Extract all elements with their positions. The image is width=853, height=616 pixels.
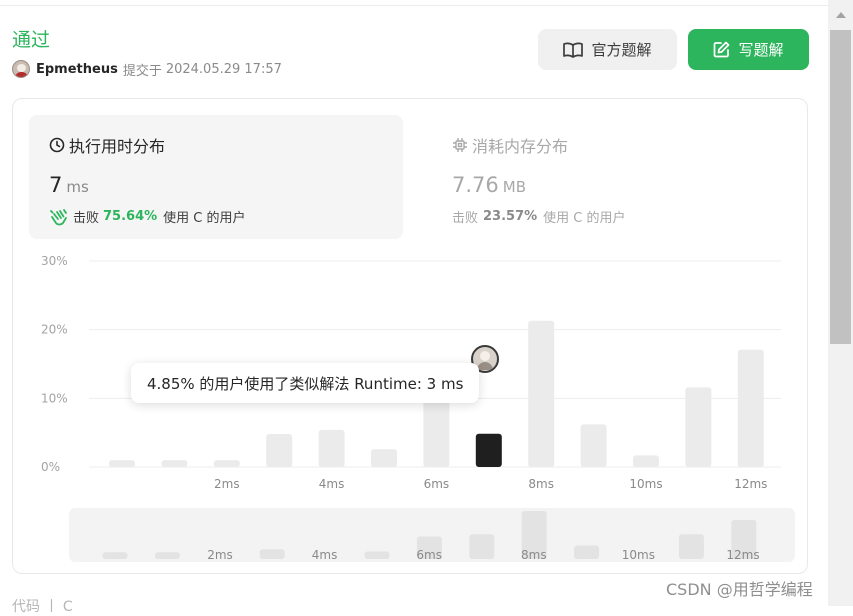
distribution-bar[interactable] <box>737 349 764 467</box>
top-divider <box>0 5 828 6</box>
y-tick-label: 0% <box>41 460 60 474</box>
y-tick-label: 10% <box>41 391 68 405</box>
official-solution-button[interactable]: 官方题解 <box>538 29 677 70</box>
scroll-up-arrow[interactable] <box>828 8 853 22</box>
distribution-bar[interactable] <box>580 424 607 467</box>
x-tick-label: 10ms <box>629 477 662 491</box>
submission-meta: Epmetheus 提交于 2024.05.29 17:57 <box>12 60 282 79</box>
overview-bar <box>364 551 390 559</box>
write-solution-label: 写题解 <box>738 41 784 59</box>
distribution-bar[interactable] <box>109 460 135 467</box>
submitted-label: 提交于 <box>122 63 162 79</box>
user-avatar[interactable] <box>12 60 30 78</box>
distribution-bar[interactable] <box>266 434 293 467</box>
scrollbar[interactable] <box>828 0 853 606</box>
distribution-bar[interactable] <box>213 460 240 467</box>
distribution-bar[interactable] <box>161 460 188 467</box>
username-link[interactable]: Epmetheus <box>36 62 118 77</box>
runtime-distribution-chart[interactable]: 30% 20% 10% 0% 2ms 4ms 6ms 8ms 10ms 12ms 2ms 4ms 6ms… <box>13 99 808 574</box>
chart-tooltip: 4.85% 的用户使用了类似解法 Runtime: 3 ms <box>131 363 480 403</box>
overview-tick-label: 6ms <box>416 548 442 562</box>
highlighted-bar[interactable] <box>475 433 502 467</box>
overview-bar <box>574 545 600 559</box>
overview-tick-label: 8ms <box>521 548 547 562</box>
overview-tick-label: 2ms <box>207 548 233 562</box>
overview-bar <box>678 534 704 559</box>
y-tick-label: 30% <box>41 254 68 268</box>
x-tick-label: 2ms <box>214 477 240 491</box>
x-tick-label: 6ms <box>424 477 450 491</box>
book-icon <box>563 41 584 58</box>
official-solution-label: 官方题解 <box>591 41 652 59</box>
distribution-bar[interactable] <box>371 449 397 467</box>
overview-bar <box>102 552 128 559</box>
distribution-bar[interactable] <box>685 387 712 467</box>
overview-tick-label: 10ms <box>622 548 655 562</box>
overview-bar <box>469 534 495 559</box>
submission-datetime: 2024.05.29 17:57 <box>165 61 282 77</box>
overview-tick-label: 12ms <box>726 548 759 562</box>
submission-status: 通过 <box>12 29 51 51</box>
x-tick-label: 8ms <box>528 477 554 491</box>
x-tick-label: 12ms <box>734 477 767 491</box>
distribution-bar[interactable] <box>318 429 345 467</box>
distribution-bar[interactable] <box>633 455 659 467</box>
distribution-card: 执行用时分布 7 ms 击败 75.64% 使用 C 的用户 消耗内存分布 7.… <box>12 98 808 574</box>
overview-bar <box>154 552 180 559</box>
csdn-watermark: CSDN @用哲学编程 <box>666 580 813 599</box>
x-tick-label: 4ms <box>319 477 345 491</box>
edit-icon <box>714 41 730 58</box>
overview-bar <box>259 549 285 559</box>
y-tick-label: 20% <box>41 323 68 337</box>
distribution-bar[interactable] <box>423 395 450 467</box>
distribution-bar[interactable] <box>528 320 555 467</box>
code-language-label: 代码 丨 C <box>12 599 73 615</box>
overview-tick-label: 4ms <box>312 548 338 562</box>
write-solution-button[interactable]: 写题解 <box>688 29 809 70</box>
scrollbar-thumb[interactable] <box>830 30 851 344</box>
